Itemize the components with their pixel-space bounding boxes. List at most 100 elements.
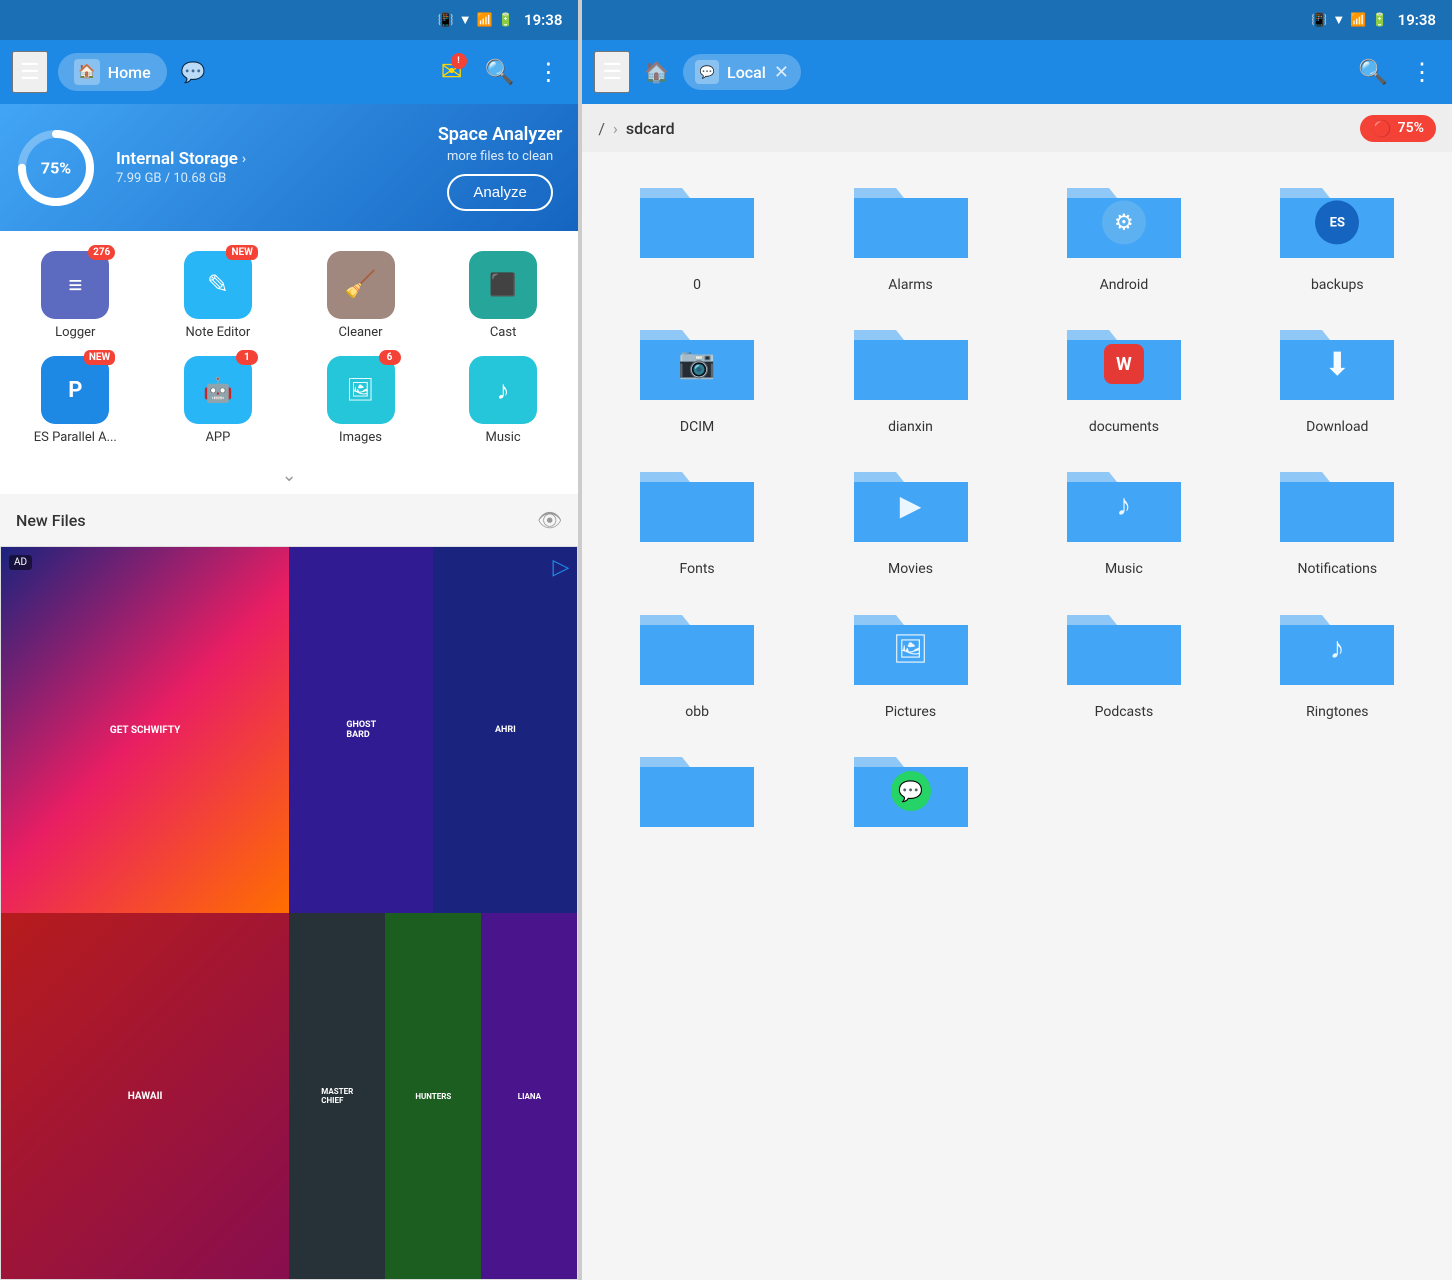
left-status-bar: 📳 ▼ 📶 🔋 19:38 xyxy=(0,0,578,40)
left-menu-button[interactable]: ☰ xyxy=(12,51,48,93)
space-analyzer-subtitle: more files to clean xyxy=(438,149,563,164)
folder-movies[interactable]: ▶ Movies xyxy=(812,452,1009,578)
images-label: Images xyxy=(339,430,382,445)
left-top-nav: ☰ 🏠 Home 💬 ✉ ! 🔍 ⋮ xyxy=(0,40,578,104)
right-top-nav: ☰ 🏠 💬 Local ✕ 🔍 ⋮ xyxy=(582,40,1452,104)
folder-documents-label: documents xyxy=(1089,418,1159,436)
folder-0[interactable]: 0 xyxy=(598,168,795,294)
ad-cell-4: MASTERCHIEF HUNTERS LIANA xyxy=(289,913,577,1279)
storage-usage-badge: 🔴 75% xyxy=(1360,115,1436,142)
new-files-header: New Files 👁 xyxy=(0,494,578,546)
breadcrumb-current: sdcard xyxy=(626,119,675,138)
right-menu-button[interactable]: ☰ xyxy=(594,51,630,93)
storage-info[interactable]: Internal Storage › 7.99 GB / 10.68 GB xyxy=(116,149,418,186)
space-analyzer-title: Space Analyzer xyxy=(438,124,563,145)
whatsapp-icon: 💬 xyxy=(898,779,923,803)
app-item-logger[interactable]: ≡ 276 Logger xyxy=(8,247,143,344)
app-item-images[interactable]: 🖼 6 Images xyxy=(293,352,428,449)
home-nav-icon[interactable]: 🏠 xyxy=(640,56,673,88)
download-icon: ⬇ xyxy=(1324,345,1351,383)
parallel-icon: P xyxy=(41,356,109,424)
right-vibrate-icon: 📳 xyxy=(1311,13,1327,28)
file-grid: 0 Alarms ⚙ Android xyxy=(582,152,1452,1280)
ad-image-grid: GET SCHWIFTY GHOSTBARD AHRI HAWAII xyxy=(1,547,577,1279)
folder-ringtones[interactable]: ♪ Ringtones xyxy=(1239,595,1436,721)
folder-dianxin[interactable]: dianxin xyxy=(812,310,1009,436)
folder-extra-2[interactable]: 💬 xyxy=(812,737,1009,837)
folder-alarms[interactable]: Alarms xyxy=(812,168,1009,294)
folder-music-label: Music xyxy=(1105,560,1143,578)
right-status-time: 19:38 xyxy=(1398,11,1436,29)
ad-label: AD xyxy=(9,555,32,570)
settings-icon: ⚙ xyxy=(1114,210,1134,235)
ad-cell-1: GET SCHWIFTY xyxy=(1,547,289,913)
folder-dcim-label: DCIM xyxy=(680,418,714,436)
music-icon: ♪ xyxy=(469,356,537,424)
folder-download[interactable]: ⬇ Download xyxy=(1239,310,1436,436)
cast-icon: ⬛ xyxy=(469,251,537,319)
folder-extra-1[interactable] xyxy=(598,737,795,837)
folder-0-label: 0 xyxy=(693,276,701,294)
space-analyzer: Space Analyzer more files to clean Analy… xyxy=(438,124,563,211)
app-item-app[interactable]: 🤖 1 APP xyxy=(151,352,286,449)
folder-android[interactable]: ⚙ Android xyxy=(1025,168,1222,294)
mail-button[interactable]: ✉ ! xyxy=(435,51,469,93)
close-local-button[interactable]: ✕ xyxy=(774,62,789,83)
folder-podcasts[interactable]: Podcasts xyxy=(1025,595,1222,721)
app-label: APP xyxy=(205,430,230,445)
android-overlay: ⚙ xyxy=(1102,200,1146,244)
left-more-button[interactable]: ⋮ xyxy=(530,52,566,92)
folder-fonts-label: Fonts xyxy=(680,560,715,578)
right-search-button[interactable]: 🔍 xyxy=(1352,52,1394,92)
ad-cell-2: GHOSTBARD AHRI xyxy=(289,547,577,913)
vibrate-icon: 📳 xyxy=(438,13,454,28)
home-icon: 🏠 xyxy=(74,59,100,85)
images-badge: 6 xyxy=(379,350,401,365)
storage-card: 75% Internal Storage › 7.99 GB / 10.68 G… xyxy=(0,104,578,231)
local-chip[interactable]: 💬 Local ✕ xyxy=(683,54,801,90)
breadcrumb-bar: / › sdcard 🔴 75% xyxy=(582,104,1452,152)
expand-button[interactable]: ⌄ xyxy=(0,457,578,494)
app-item-note[interactable]: ✎ NEW Note Editor xyxy=(151,247,286,344)
folder-music[interactable]: ♪ Music xyxy=(1025,452,1222,578)
ad-area: AD ▷ GET SCHWIFTY GHOSTBARD AHRI HAWAII xyxy=(0,546,578,1280)
folder-backups-label: backups xyxy=(1311,276,1364,294)
app-item-cleaner[interactable]: 🧹 Cleaner xyxy=(293,247,428,344)
right-more-button[interactable]: ⋮ xyxy=(1404,52,1440,92)
chat-icon[interactable]: 💬 xyxy=(181,60,206,84)
folder-dcim[interactable]: 📷 DCIM xyxy=(598,310,795,436)
pie-chart-icon: 🔴 xyxy=(1372,119,1392,138)
folder-fonts[interactable]: Fonts xyxy=(598,452,795,578)
folder-pictures[interactable]: 🖼 Pictures xyxy=(812,595,1009,721)
parallel-badge: NEW xyxy=(84,350,115,365)
left-status-icons: 📳 ▼ 📶 🔋 xyxy=(438,12,514,28)
app-item-parallel[interactable]: P NEW ES Parallel A... xyxy=(8,352,143,449)
ad-skip-button[interactable]: ▷ xyxy=(552,555,569,580)
home-button[interactable]: 🏠 Home xyxy=(58,53,167,91)
folder-android-label: Android xyxy=(1100,276,1149,294)
new-files-title: New Files xyxy=(16,511,86,530)
cleaner-icon: 🧹 xyxy=(327,251,395,319)
folder-obb[interactable]: obb xyxy=(598,595,795,721)
eye-icon[interactable]: 👁 xyxy=(537,508,562,532)
play-icon: ▶ xyxy=(900,489,922,522)
app-badge: 1 xyxy=(236,350,258,365)
cast-label: Cast xyxy=(490,325,517,340)
app-grid: ≡ 276 Logger ✎ NEW Note Editor 🧹 Cleaner… xyxy=(0,231,578,457)
storage-circle: 75% xyxy=(16,128,96,208)
right-status-icons: 📳 ▼ 📶 🔋 xyxy=(1311,12,1387,28)
folder-download-label: Download xyxy=(1306,418,1368,436)
chevron-right-icon: › xyxy=(242,151,246,167)
left-search-button[interactable]: 🔍 xyxy=(479,52,521,92)
breadcrumb-root[interactable]: / xyxy=(598,119,605,138)
cleaner-label: Cleaner xyxy=(338,325,382,340)
app-item-cast[interactable]: ⬛ Cast xyxy=(436,247,571,344)
analyze-button[interactable]: Analyze xyxy=(447,174,552,211)
folder-backups[interactable]: ES backups xyxy=(1239,168,1436,294)
camera-icon: 📷 xyxy=(678,346,715,381)
folder-notifications[interactable]: Notifications xyxy=(1239,452,1436,578)
app-item-music[interactable]: ♪ Music xyxy=(436,352,571,449)
folder-documents[interactable]: W documents xyxy=(1025,310,1222,436)
right-panel: 📳 ▼ 📶 🔋 19:38 ☰ 🏠 💬 Local ✕ 🔍 ⋮ / › sdca… xyxy=(582,0,1452,1280)
storage-size: 7.99 GB / 10.68 GB xyxy=(116,171,418,186)
